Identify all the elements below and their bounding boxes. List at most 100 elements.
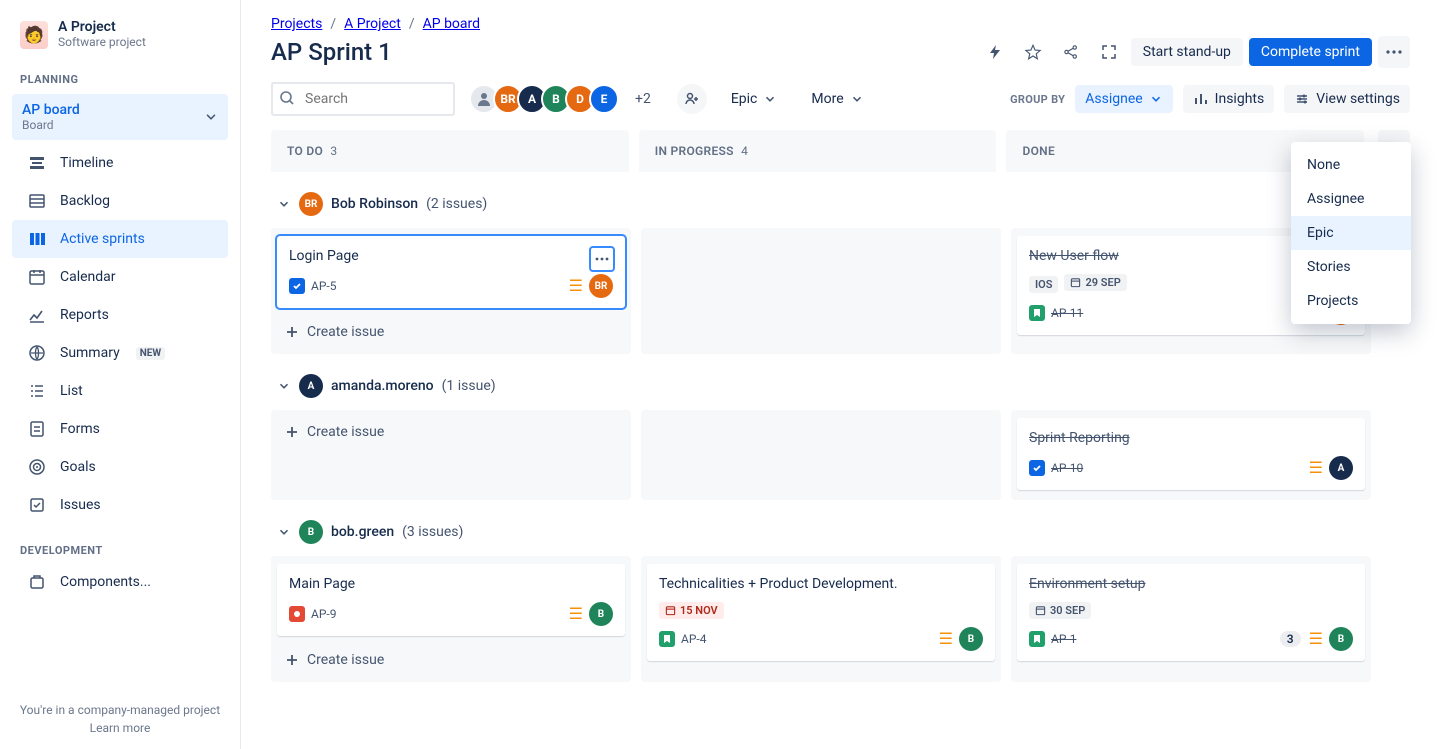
story-points: 3	[1280, 631, 1301, 647]
more-actions-icon[interactable]	[1378, 36, 1410, 68]
group-by-label: GROUP BY	[1010, 93, 1065, 106]
issue-card[interactable]: Login Page AP-5 ☰ BR	[277, 236, 625, 308]
page-title: AP Sprint 1	[271, 38, 392, 66]
sidebar-item-backlog[interactable]: Backlog	[12, 182, 228, 220]
standup-button[interactable]: Start stand-up	[1131, 38, 1243, 66]
sidebar-item-list[interactable]: List	[12, 372, 228, 410]
group-by-dropdown: NoneAssigneeEpicStoriesProjects	[1291, 142, 1411, 324]
project-header[interactable]: 🧑 A Project Software project	[6, 20, 234, 67]
swimlane-header[interactable]: Aamanda.moreno (1 issue)	[271, 362, 1410, 410]
more-filter[interactable]: More	[801, 85, 873, 113]
fullscreen-icon[interactable]	[1093, 36, 1125, 68]
board-cell[interactable]: Technicalities + Product Development.15 …	[641, 556, 1001, 682]
story-type-icon	[1029, 631, 1045, 647]
assignee-avatar[interactable]: A	[1329, 456, 1353, 480]
issue-key[interactable]: AP-1	[1051, 632, 1076, 646]
issue-key[interactable]: AP-11	[1051, 306, 1083, 320]
board-cell[interactable]: Create issue	[271, 410, 631, 500]
complete-sprint-button[interactable]: Complete sprint	[1249, 38, 1372, 66]
due-date: 30 SEP	[1029, 602, 1091, 619]
column-todo[interactable]: TO DO 3	[271, 130, 629, 172]
dropdown-option-none[interactable]: None	[1291, 148, 1411, 182]
dropdown-option-epic[interactable]: Epic	[1291, 216, 1411, 250]
epic-filter[interactable]: Epic	[721, 85, 788, 113]
sidebar-item-goals[interactable]: Goals	[12, 448, 228, 486]
board-cell[interactable]: Sprint ReportingAP-10☰A	[1011, 410, 1371, 500]
group-by-selector[interactable]: Assignee	[1075, 85, 1172, 113]
board-cell[interactable]	[641, 410, 1001, 500]
issue-card[interactable]: Main PageAP-9☰B	[277, 564, 625, 636]
issue-card[interactable]: Technicalities + Product Development.15 …	[647, 564, 995, 661]
create-issue-button[interactable]: Create issue	[275, 414, 627, 450]
crumb-projects[interactable]: Projects	[271, 16, 322, 32]
card-tag: IOS	[1029, 276, 1058, 293]
share-icon[interactable]	[1055, 36, 1087, 68]
swimlane-header[interactable]: BRBob Robinson (2 issues)	[271, 180, 1410, 228]
learn-more-link[interactable]: Learn more	[6, 721, 234, 735]
avatar: BR	[299, 192, 323, 216]
star-icon[interactable]	[1017, 36, 1049, 68]
avatar: B	[299, 520, 323, 544]
avatar-stack: BRABDE	[469, 84, 613, 114]
sidebar-item-summary[interactable]: SummaryNEW	[12, 334, 228, 372]
sidebar-item-reports[interactable]: Reports	[12, 296, 228, 334]
bug-type-icon	[289, 606, 305, 622]
search-input[interactable]	[271, 82, 455, 116]
board-cell[interactable]: Environment setup30 SEPAP-13☰B	[1011, 556, 1371, 682]
sidebar-item-calendar[interactable]: Calendar	[12, 258, 228, 296]
issue-card[interactable]: Environment setup30 SEPAP-13☰B	[1017, 564, 1365, 661]
assignee-avatar[interactable]: BR	[589, 274, 613, 298]
sidebar-item-forms[interactable]: Forms	[12, 410, 228, 448]
create-issue-button[interactable]: Create issue	[275, 642, 627, 678]
planning-caption: PLANNING	[6, 67, 234, 92]
board-cell[interactable]: Main PageAP-9☰B Create issue	[271, 556, 631, 682]
column-inprogress[interactable]: IN PROGRESS 4	[639, 130, 997, 172]
dropdown-option-assignee[interactable]: Assignee	[1291, 182, 1411, 216]
avatar[interactable]: E	[589, 84, 619, 114]
main: Projects/ A Project/ AP board AP Sprint …	[241, 0, 1440, 749]
sidebar-item-active-sprints[interactable]: Active sprints	[12, 220, 228, 258]
crumb-project[interactable]: A Project	[344, 16, 401, 32]
dropdown-option-stories[interactable]: Stories	[1291, 250, 1411, 284]
board-cell[interactable]	[641, 228, 1001, 354]
nav-icon	[26, 418, 48, 440]
issue-key[interactable]: AP-4	[681, 632, 706, 646]
nav-icon	[26, 190, 48, 212]
sidebar-item-issues[interactable]: Issues	[12, 486, 228, 524]
sidebar-item-timeline[interactable]: Timeline	[12, 144, 228, 182]
story-type-icon	[1029, 305, 1045, 321]
issue-key[interactable]: AP-10	[1051, 461, 1083, 475]
insights-button[interactable]: Insights	[1183, 85, 1275, 113]
priority-icon: ☰	[569, 278, 583, 294]
assignee-avatar[interactable]: B	[959, 627, 983, 651]
create-issue-button[interactable]: Create issue	[275, 314, 627, 350]
card-actions-button[interactable]	[589, 246, 615, 272]
crumb-board[interactable]: AP board	[423, 16, 480, 32]
card-title: Login Page	[289, 248, 613, 264]
avatar: A	[299, 374, 323, 398]
issue-key[interactable]: AP-5	[311, 279, 336, 293]
due-date: 15 NOV	[659, 602, 724, 619]
assignee-avatar[interactable]: B	[1329, 627, 1353, 651]
sidebar-item-components[interactable]: Components...	[12, 563, 228, 601]
issue-card[interactable]: Sprint ReportingAP-10☰A	[1017, 418, 1365, 490]
card-title: Environment setup	[1029, 576, 1353, 592]
nav-icon	[26, 304, 48, 326]
priority-icon: ☰	[939, 631, 953, 647]
board-cell[interactable]: Login Page AP-5 ☰ BR Create issue	[271, 228, 631, 354]
project-subtitle: Software project	[58, 35, 146, 49]
board-selector[interactable]: AP board Board	[12, 94, 228, 140]
swimlane-header[interactable]: Bbob.green (3 issues)	[271, 508, 1410, 556]
dropdown-option-projects[interactable]: Projects	[1291, 284, 1411, 318]
nav-icon	[26, 494, 48, 516]
automation-icon[interactable]	[979, 36, 1011, 68]
assignee-avatar[interactable]: B	[589, 602, 613, 626]
nav-icon	[26, 380, 48, 402]
avatar-overflow[interactable]: +2	[635, 91, 651, 107]
new-badge: NEW	[136, 347, 165, 360]
view-settings-button[interactable]: View settings	[1284, 85, 1410, 113]
issue-key[interactable]: AP-9	[311, 607, 336, 621]
sidebar-footer: You're in a company-managed project Lear…	[6, 697, 234, 741]
priority-icon: ☰	[1309, 460, 1323, 476]
add-people-button[interactable]	[677, 84, 707, 114]
